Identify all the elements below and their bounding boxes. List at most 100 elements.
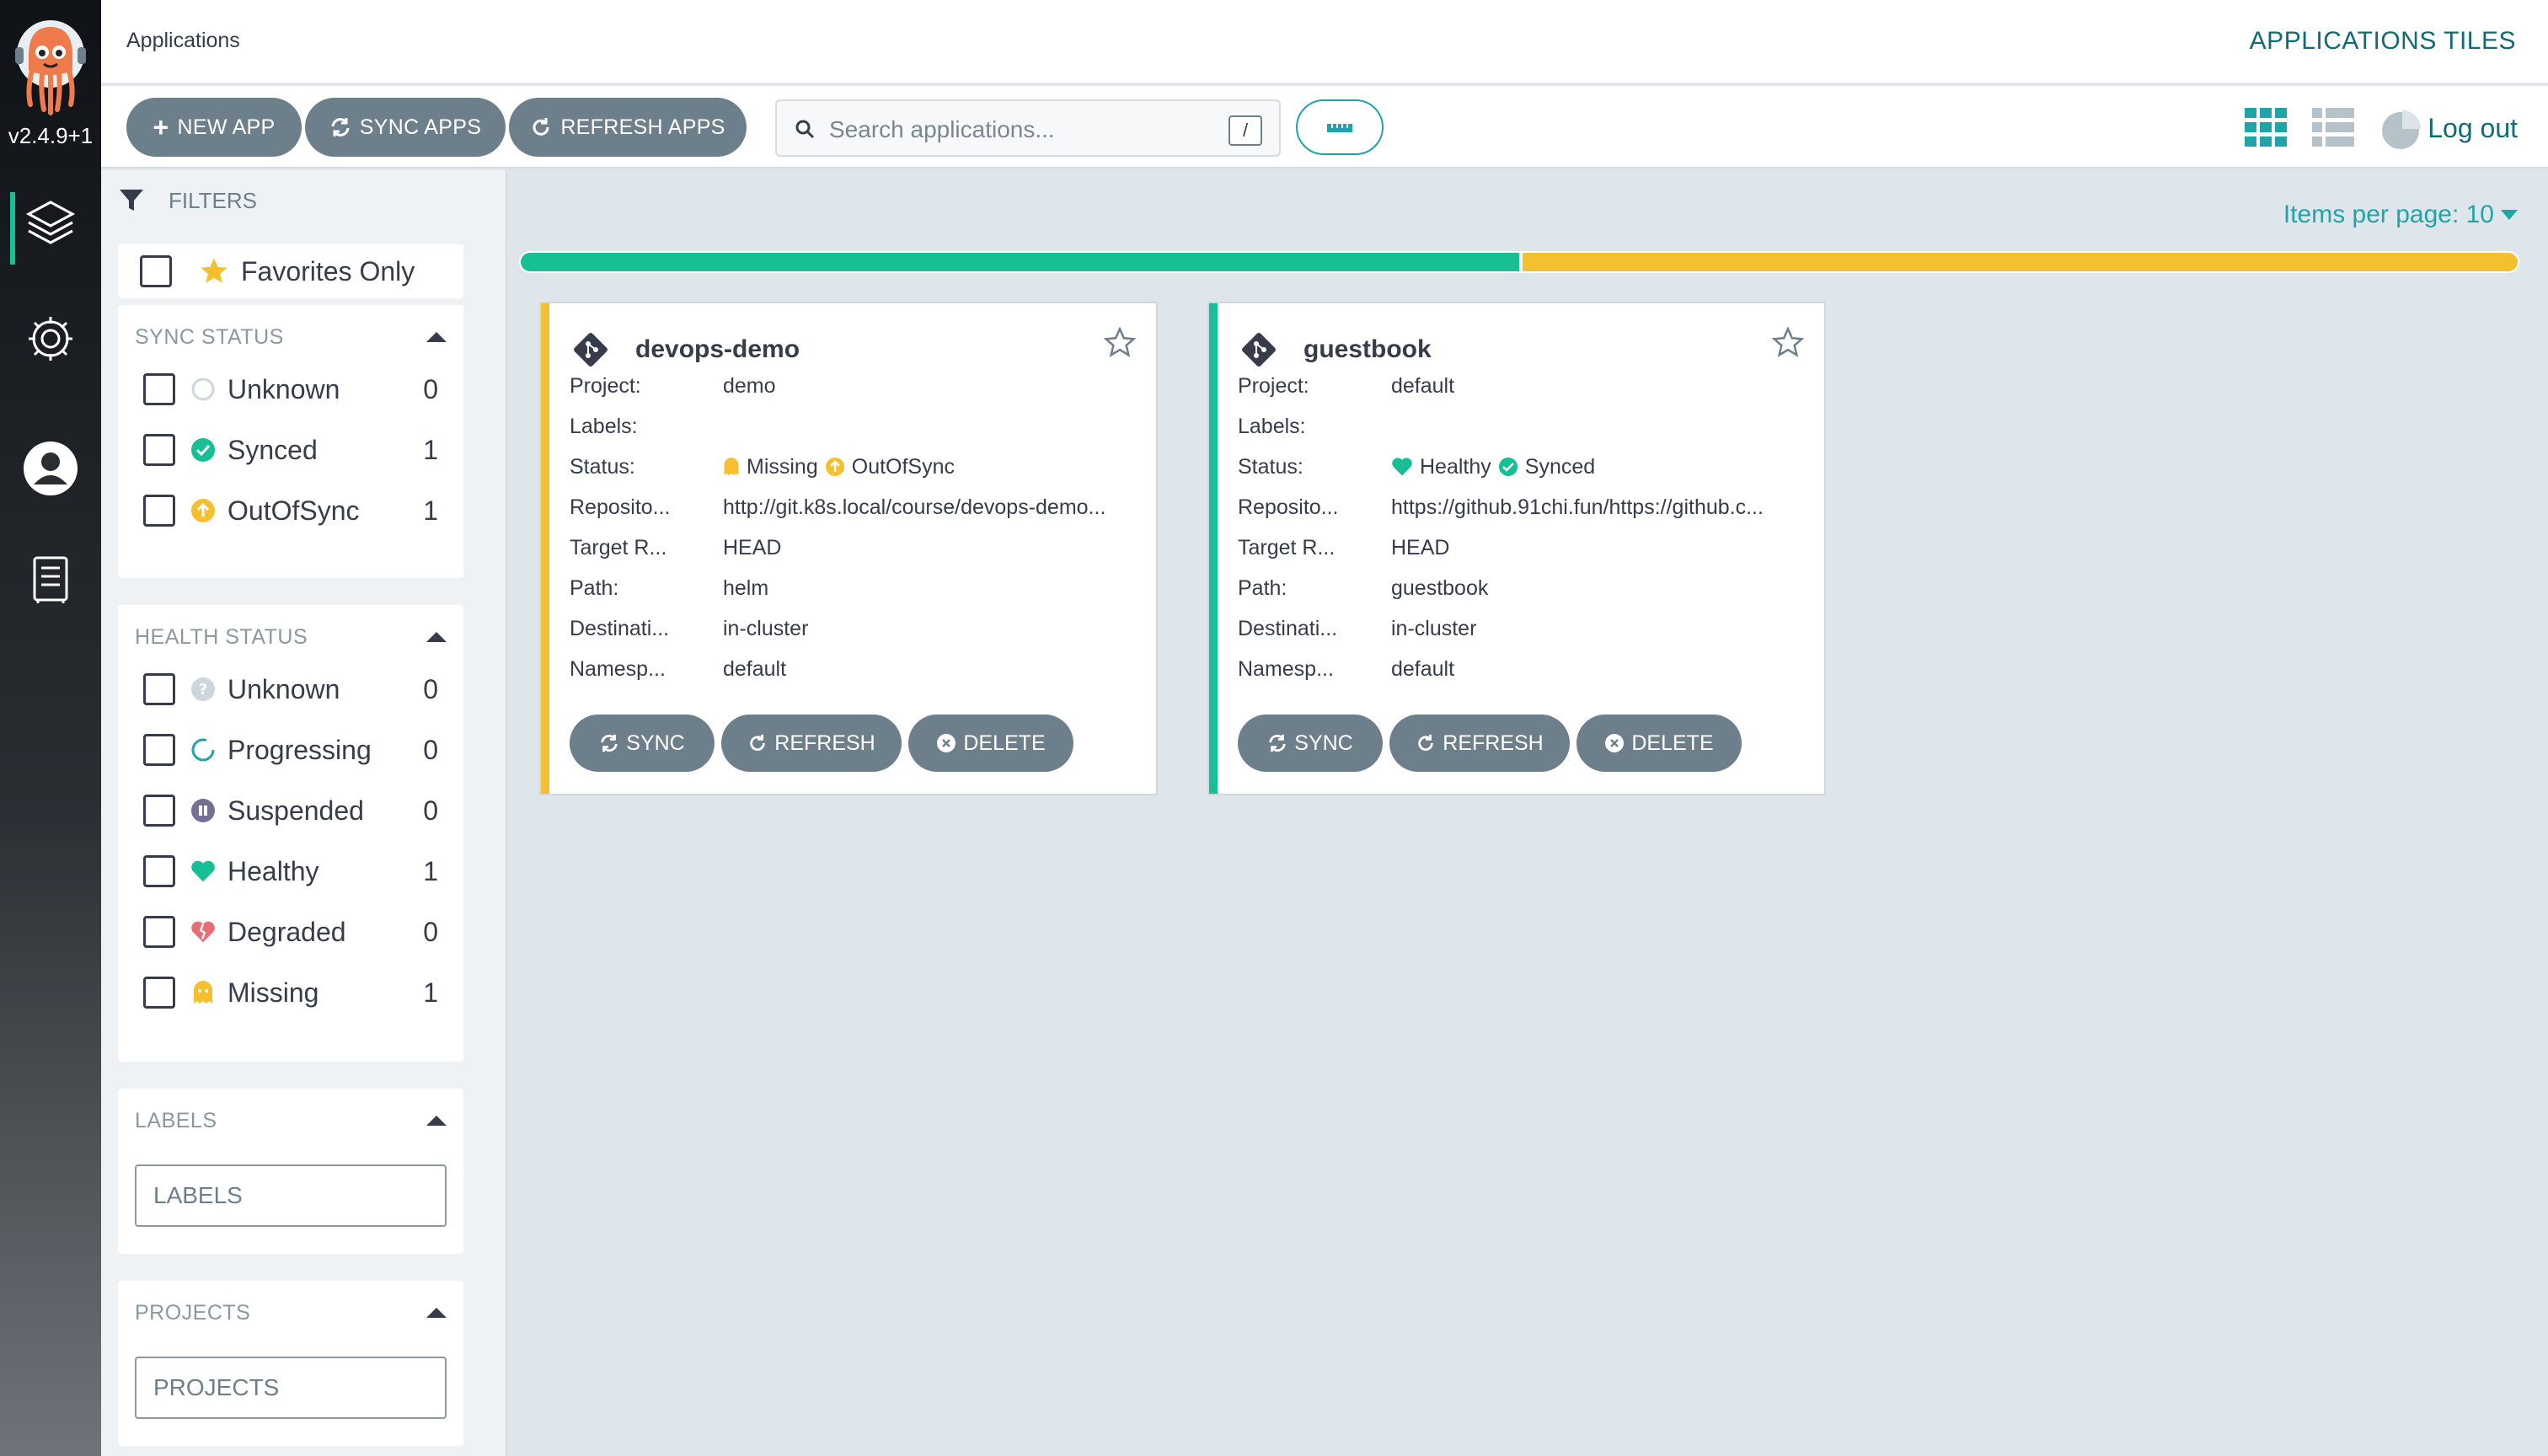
- filter-health-suspended[interactable]: Suspended 0: [143, 792, 438, 829]
- compact-view-button[interactable]: [1296, 99, 1384, 155]
- filters-panel: FILTERS Favorites Only SYNC STATUS Unkno…: [101, 170, 507, 1456]
- toolbar: + NEW APP SYNC APPS REFRESH APPS Search …: [101, 86, 2548, 169]
- broken-heart-icon: [190, 919, 216, 945]
- checkbox[interactable]: [143, 855, 175, 887]
- favorite-star-icon[interactable]: [1772, 327, 1804, 357]
- layers-icon: [25, 201, 76, 244]
- field-namespace: Namesp... default: [570, 656, 1136, 682]
- projects-title: PROJECTS: [135, 1301, 251, 1325]
- collapse-caret-icon[interactable]: [426, 332, 447, 342]
- projects-input[interactable]: PROJECTS: [135, 1357, 447, 1419]
- filter-health-degraded[interactable]: Degraded 0: [143, 913, 438, 950]
- field-value: guestbook: [1391, 575, 1489, 600]
- checkbox[interactable]: [143, 495, 175, 527]
- app-card-guestbook[interactable]: guestbook Project: default Labels: Status…: [1207, 302, 1826, 795]
- refresh-button[interactable]: REFRESH: [721, 715, 902, 772]
- refresh-button[interactable]: REFRESH: [1389, 715, 1570, 772]
- filter-label: Degraded: [228, 916, 346, 947]
- collapse-caret-icon[interactable]: [426, 1116, 447, 1126]
- field-key: Labels:: [1238, 414, 1306, 438]
- field-status: Status: Missing OutOfSync: [570, 453, 1136, 480]
- sync-status-text: OutOfSync: [851, 454, 956, 479]
- ghost-icon: [190, 980, 216, 1005]
- question-circle-icon: ?: [190, 677, 216, 702]
- breadcrumb[interactable]: Applications: [126, 29, 240, 53]
- filter-health-healthy[interactable]: Healthy 1: [143, 853, 438, 890]
- app-name[interactable]: devops-demo: [635, 335, 800, 364]
- app-card-devops-demo[interactable]: devops-demo Project: demo Labels: Status:…: [539, 302, 1158, 795]
- nav-documentation[interactable]: [0, 538, 101, 622]
- checkbox[interactable]: [143, 373, 175, 405]
- field-value[interactable]: http://git.k8s.local/course/devops-demo.…: [723, 495, 1105, 520]
- field-key: Status:: [570, 454, 635, 479]
- ruler-icon: [1327, 124, 1352, 132]
- status-progress-bar: [519, 251, 2519, 273]
- filter-icon: [120, 190, 143, 211]
- filter-count: 1: [423, 495, 438, 526]
- svg-text:?: ?: [199, 681, 207, 699]
- arrow-up-circle-icon: [190, 498, 216, 523]
- search-field[interactable]: Search applications... /: [775, 99, 1281, 157]
- field-destination: Destinati... in-cluster: [570, 615, 1136, 642]
- filter-label: Progressing: [228, 734, 372, 765]
- sync-apps-label: SYNC APPS: [359, 115, 482, 139]
- nav-user-info[interactable]: [0, 426, 101, 511]
- checkbox[interactable]: [143, 734, 175, 766]
- filter-label: Suspended: [228, 795, 364, 826]
- filter-sync-outofsync[interactable]: OutOfSync 1: [143, 492, 438, 529]
- synced-segment: [521, 253, 1519, 271]
- field-value[interactable]: https://github.91chi.fun/https://github.…: [1391, 495, 1764, 520]
- checkbox[interactable]: [143, 434, 175, 466]
- new-app-button[interactable]: + NEW APP: [126, 98, 302, 157]
- tiles-view-icon[interactable]: [2245, 108, 2287, 147]
- status-stripe: [541, 303, 549, 794]
- spinner-icon: [190, 737, 216, 763]
- filter-sync-synced[interactable]: Synced 1: [143, 431, 438, 468]
- delete-label: DELETE: [1631, 731, 1714, 755]
- checkbox[interactable]: [143, 795, 175, 827]
- argo-logo[interactable]: [10, 15, 91, 116]
- labels-input[interactable]: LABELS: [135, 1164, 447, 1227]
- checkbox[interactable]: [143, 673, 175, 705]
- sync-apps-button[interactable]: SYNC APPS: [305, 98, 506, 157]
- checkbox[interactable]: [143, 916, 175, 948]
- delete-button[interactable]: DELETE: [908, 715, 1073, 772]
- sync-button[interactable]: SYNC: [570, 715, 715, 772]
- field-value: HEAD: [723, 535, 782, 559]
- health-status-filter: HEALTH STATUS ? Unknown 0 Progressing 0 …: [118, 605, 463, 1062]
- sync-icon: [1269, 734, 1286, 752]
- filter-count: 1: [423, 434, 438, 465]
- favorites-checkbox[interactable]: [140, 255, 172, 287]
- summary-view-icon[interactable]: [2379, 108, 2422, 150]
- field-destination: Destinati... in-cluster: [1238, 615, 1804, 642]
- filter-health-progressing[interactable]: Progressing 0: [143, 731, 438, 768]
- items-per-page-select[interactable]: Items per page: 10: [2283, 201, 2518, 229]
- filter-health-missing[interactable]: Missing 1: [143, 974, 438, 1011]
- app-name[interactable]: guestbook: [1303, 335, 1432, 364]
- circle-outline-icon: [190, 377, 216, 402]
- delete-button[interactable]: DELETE: [1576, 715, 1742, 772]
- labels-title: LABELS: [135, 1109, 217, 1132]
- caret-down-icon: [2501, 210, 2518, 220]
- favorites-filter[interactable]: Favorites Only: [118, 244, 463, 298]
- nav-applications[interactable]: [0, 180, 101, 265]
- field-key: Labels:: [570, 414, 638, 438]
- book-icon: [33, 556, 68, 603]
- outofsync-segment: [1519, 253, 2518, 271]
- refresh-apps-button[interactable]: REFRESH APPS: [509, 98, 747, 157]
- collapse-caret-icon[interactable]: [426, 1308, 447, 1318]
- field-path: Path: helm: [570, 575, 1136, 602]
- filter-label: Unknown: [228, 673, 340, 704]
- list-view-icon[interactable]: [2312, 108, 2354, 147]
- app-card-header: devops-demo: [570, 329, 800, 371]
- field-value: HEAD: [1391, 535, 1450, 559]
- collapse-caret-icon[interactable]: [426, 632, 447, 642]
- checkbox[interactable]: [143, 977, 175, 1009]
- sync-button[interactable]: SYNC: [1238, 715, 1383, 772]
- nav-settings[interactable]: [0, 297, 101, 381]
- favorite-star-icon[interactable]: [1104, 327, 1136, 357]
- filter-sync-unknown[interactable]: Unknown 0: [143, 371, 438, 408]
- filter-health-unknown[interactable]: ? Unknown 0: [143, 671, 438, 708]
- logout-button[interactable]: Log out: [2428, 113, 2518, 144]
- refresh-apps-label: REFRESH APPS: [560, 115, 725, 139]
